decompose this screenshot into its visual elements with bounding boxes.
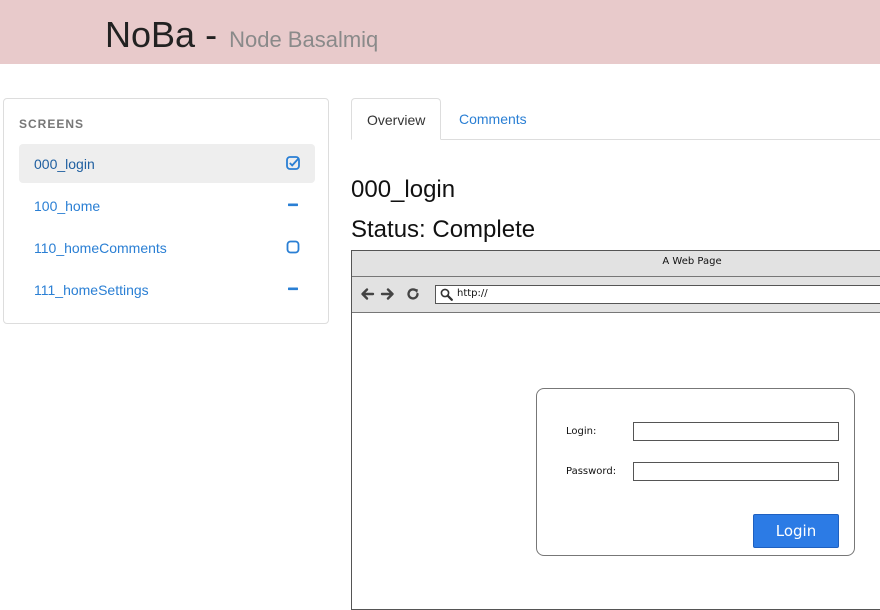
- tab-label: Comments: [459, 111, 527, 127]
- app-header: NoBa - Node Basalmiq: [0, 0, 880, 64]
- screen-item-000-login[interactable]: 000_login: [19, 144, 315, 183]
- screen-item-label: 000_login: [34, 156, 95, 172]
- checkbox-checked-icon: [286, 156, 300, 170]
- screens-panel: SCREENS 000_login 100_home 110_homeComme…: [3, 98, 329, 324]
- mock-url-bar: http://: [435, 285, 880, 304]
- minus-icon: [288, 203, 298, 207]
- brand-separator: -: [205, 14, 218, 55]
- mock-window-titlebar: A Web Page: [352, 251, 880, 277]
- arrow-right-icon: [380, 288, 394, 300]
- tab-label: Overview: [367, 112, 426, 128]
- search-icon: [440, 288, 453, 301]
- wireframe-mockup: A Web Page http:// Login: Password: Logi…: [351, 250, 880, 610]
- checkbox-empty-icon: [286, 240, 300, 254]
- mock-window-title: A Web Page: [662, 256, 722, 267]
- screen-item-label: 110_homeComments: [34, 240, 167, 256]
- mock-url-text: http://: [457, 288, 488, 299]
- arrow-left-icon: [361, 288, 375, 300]
- screen-item-label: 111_homeSettings: [34, 282, 149, 298]
- screen-status: Status: Complete: [351, 216, 536, 243]
- brand-subtitle: Node Basalmiq: [229, 27, 379, 52]
- screen-item-100-home[interactable]: 100_home: [19, 186, 315, 225]
- reload-icon: [407, 288, 419, 300]
- screen-item-label: 100_home: [34, 198, 101, 214]
- mock-browser-toolbar: http://: [352, 277, 880, 313]
- brand: NoBa - Node Basalmiq: [105, 14, 378, 56]
- screen-title: 000_login: [351, 176, 456, 203]
- tab-overview[interactable]: Overview: [351, 98, 441, 140]
- brand-title: NoBa: [105, 14, 196, 55]
- mock-password-field: [633, 462, 839, 481]
- minus-icon: [288, 287, 298, 291]
- mock-password-label: Password:: [566, 466, 617, 477]
- mock-login-field: [633, 422, 839, 441]
- mock-login-box: Login: Password: Login: [536, 388, 855, 556]
- tab-comments[interactable]: Comments: [444, 98, 544, 140]
- screen-item-111-homesettings[interactable]: 111_homeSettings: [19, 270, 315, 309]
- mock-login-label: Login:: [566, 426, 597, 437]
- detail-tabs: Overview Comments: [351, 98, 880, 140]
- screens-panel-title: SCREENS: [19, 117, 85, 131]
- mock-login-button: Login: [753, 514, 839, 548]
- screen-item-110-homecomments[interactable]: 110_homeComments: [19, 228, 315, 267]
